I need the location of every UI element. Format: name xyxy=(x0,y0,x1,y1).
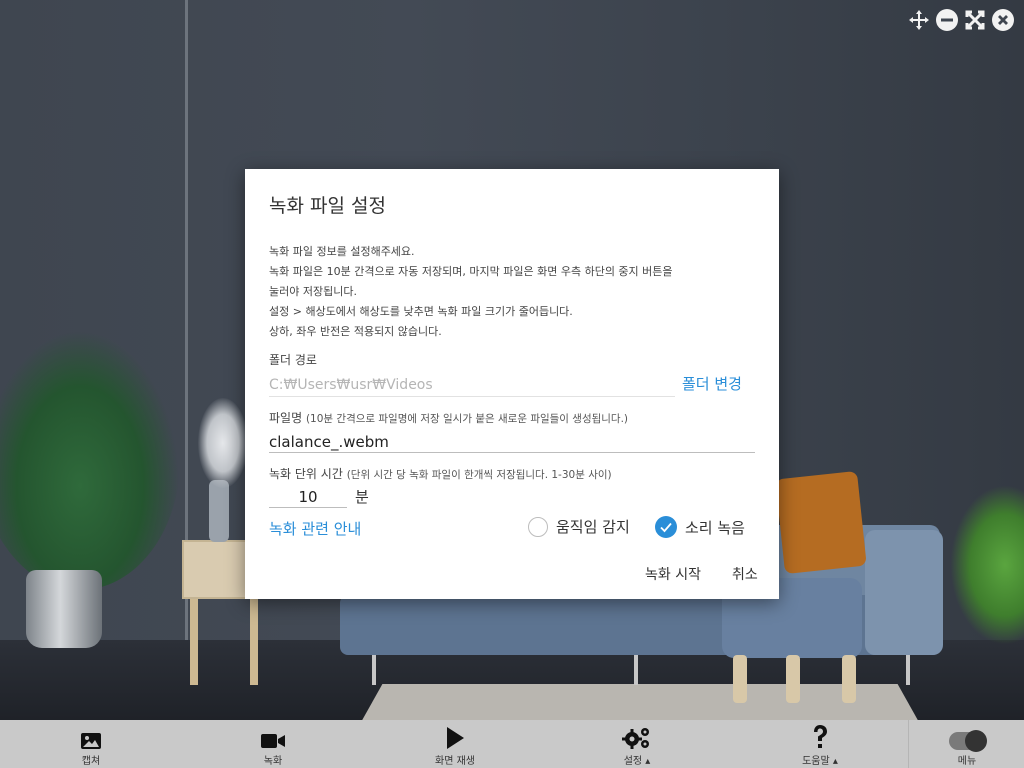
ottoman-leg xyxy=(786,655,800,703)
vase xyxy=(209,480,229,542)
ottoman-leg xyxy=(733,655,747,703)
image-icon xyxy=(80,720,102,750)
unit-hint: (단위 시간 당 녹화 파일이 한개씩 저장됩니다. 1-30분 사이) xyxy=(346,469,612,481)
record-button[interactable]: 녹화 xyxy=(248,720,298,768)
fullscreen-icon[interactable] xyxy=(964,9,986,31)
record-label: 녹화 xyxy=(263,756,283,767)
sofa-arm xyxy=(865,530,943,655)
playback-button[interactable]: 화면 재생 xyxy=(420,720,490,768)
filename-label-row: 파일명 (10분 간격으로 파일명에 저장 일시가 붙은 새로운 파일들이 생성… xyxy=(269,409,628,426)
move-icon[interactable] xyxy=(908,9,930,31)
window-controls xyxy=(908,9,1014,31)
filename-hint: (10분 간격으로 파일명에 저장 일시가 붙은 새로운 파일들이 생성됩니다.… xyxy=(305,413,629,425)
cancel-button[interactable]: 취소 xyxy=(732,564,758,584)
unit-label-row: 녹화 단위 시간 (단위 시간 당 녹화 파일이 한개씩 저장됩니다. 1-30… xyxy=(269,465,612,482)
minimize-icon[interactable] xyxy=(936,9,958,31)
folder-label: 폴더 경로 xyxy=(269,353,317,367)
table-leg xyxy=(250,595,258,685)
motion-detect-label: 움직임 감지 xyxy=(556,518,630,536)
unit-time-input[interactable]: 10 xyxy=(269,487,347,508)
start-recording-button[interactable]: 녹화 시작 xyxy=(645,564,701,584)
description-line: 상하, 좌우 반전은 적용되지 않습니다. xyxy=(269,325,442,338)
question-icon xyxy=(811,720,829,750)
record-settings-dialog: 녹화 파일 설정 녹화 파일 정보를 설정해주세요. 녹화 파일은 10분 간격… xyxy=(245,169,779,599)
playback-label: 화면 재생 xyxy=(435,756,475,767)
dialog-description: 녹화 파일 정보를 설정해주세요. 녹화 파일은 10분 간격으로 자동 저장되… xyxy=(269,242,759,342)
orange-pillow xyxy=(775,470,867,575)
toggle-switch-icon xyxy=(949,720,987,752)
unit-suffix: 분 xyxy=(355,488,369,506)
gears-icon xyxy=(622,720,652,750)
description-line: 설정 > 해상도에서 해상도를 낮추면 녹화 파일 크기가 줄어듭니다. xyxy=(269,305,573,318)
ottoman-leg xyxy=(842,655,856,703)
metal-pot xyxy=(26,570,102,648)
rug xyxy=(360,684,920,720)
settings-button[interactable]: 설정 ▴ xyxy=(612,720,662,768)
folder-path-field: C:₩Users₩usr₩Videos xyxy=(269,374,675,397)
unit-label: 녹화 단위 시간 xyxy=(269,467,343,481)
menu-label: 메뉴 xyxy=(957,756,977,767)
white-flowers xyxy=(198,398,248,488)
sofa-leg xyxy=(372,655,376,685)
folder-change-link[interactable]: 폴더 변경 xyxy=(682,373,742,394)
description-line: 녹화 파일 정보를 설정해주세요. xyxy=(269,245,415,258)
table-leg xyxy=(190,595,198,685)
play-icon xyxy=(445,720,465,750)
video-camera-icon xyxy=(260,720,286,750)
close-icon[interactable] xyxy=(992,9,1014,31)
motion-detect-checkbox[interactable] xyxy=(528,516,548,537)
bottom-toolbar: 캡쳐 녹화 화면 재생 설정 ▴ 도움말 ▴ 메뉴 xyxy=(0,720,1024,768)
filename-label: 파일명 xyxy=(269,411,303,425)
sofa-leg xyxy=(634,655,638,685)
help-button[interactable]: 도움말 ▴ xyxy=(795,720,845,768)
recording-guide-link[interactable]: 녹화 관련 안내 xyxy=(269,518,361,539)
sound-record-checkbox[interactable] xyxy=(655,516,677,538)
filename-input[interactable]: clalance_.webm xyxy=(269,432,755,453)
sofa-leg xyxy=(906,655,910,685)
capture-label: 캡쳐 xyxy=(81,756,101,767)
menu-toggle[interactable]: 메뉴 xyxy=(942,720,992,768)
dialog-title: 녹화 파일 설정 xyxy=(269,195,386,217)
sound-record-option[interactable]: 소리 녹음 xyxy=(655,516,745,538)
sound-record-label: 소리 녹음 xyxy=(685,518,745,537)
capture-button[interactable]: 캡쳐 xyxy=(66,720,116,768)
help-label: 도움말 ▴ xyxy=(802,756,838,767)
description-line: 녹화 파일은 10분 간격으로 자동 저장되며, 마지막 파일은 화면 우측 하… xyxy=(269,265,673,278)
settings-label: 설정 ▴ xyxy=(623,756,651,767)
toggle-switch[interactable] xyxy=(949,730,987,752)
checkmark-icon xyxy=(660,522,672,533)
description-line: 눌러야 저장됩니다. xyxy=(269,285,357,298)
toolbar-divider xyxy=(908,720,909,768)
motion-detect-option[interactable]: 움직임 감지 xyxy=(528,516,630,537)
